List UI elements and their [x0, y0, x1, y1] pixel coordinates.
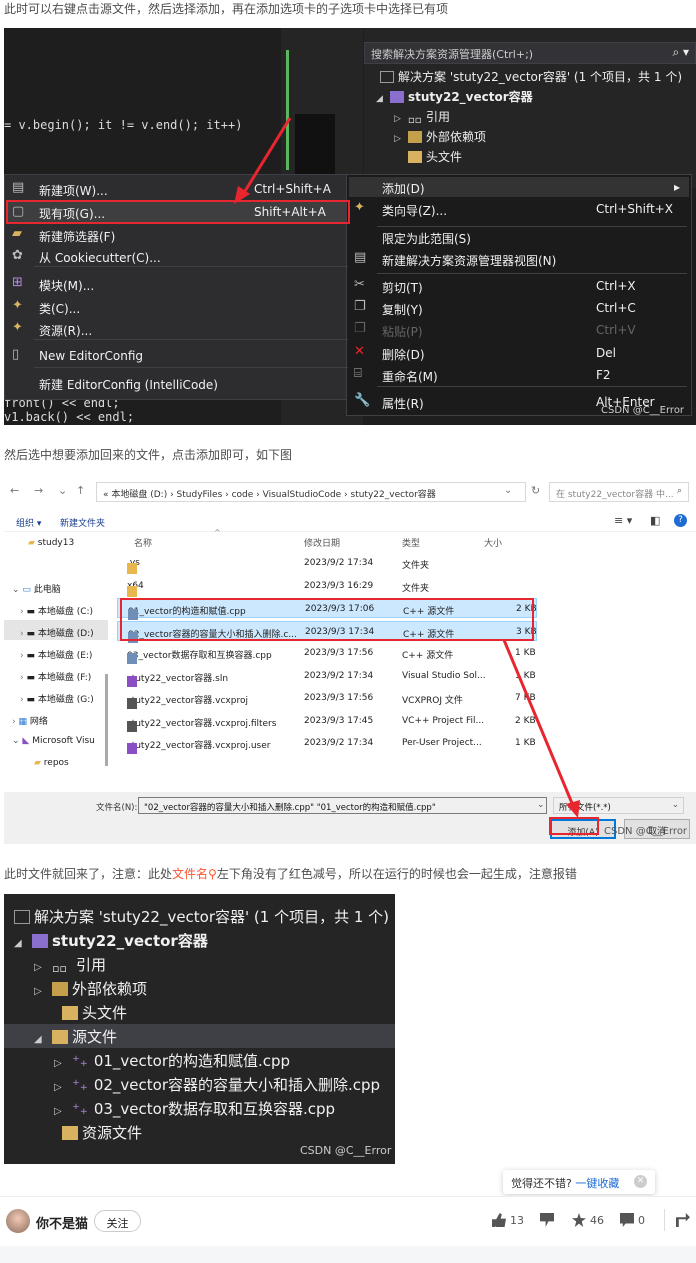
filename-link[interactable]: 文件名 — [172, 867, 208, 881]
like-button[interactable]: 13 — [492, 1213, 524, 1227]
page-footer-strip — [0, 1246, 696, 1263]
references-icon: ▫▫ — [52, 962, 67, 975]
expanded-arrow-icon: ◢ — [14, 938, 22, 949]
solution-explorer-screenshot: 解决方案 'stuty22_vector容器' (1 个项目，共 1 个) ◢ s… — [4, 894, 395, 1164]
thumbs-up-icon — [492, 1213, 506, 1227]
tree-project[interactable]: ◢ stuty22_vector容器 — [14, 930, 208, 951]
tree-file[interactable]: ▷ ⁺₊ 03_vector数据存取和互换容器.cpp — [54, 1098, 335, 1119]
tree-sources[interactable]: ◢ 源文件 — [34, 1026, 117, 1047]
collect-popup: 觉得还不错? 一键收藏 ✕ — [503, 1170, 655, 1194]
share-button[interactable] — [676, 1213, 694, 1227]
tree-solution[interactable]: 解决方案 'stuty22_vector容器' (1 个项目，共 1 个) — [14, 906, 389, 927]
collapsed-arrow-icon: ▷ — [34, 962, 42, 973]
collapsed-arrow-icon: ▷ — [54, 1082, 62, 1093]
share-icon — [676, 1213, 690, 1227]
search-icon[interactable]: ⚲ — [208, 867, 217, 881]
comment-button[interactable]: 0 — [620, 1213, 645, 1227]
tree-resources[interactable]: 资源文件 — [62, 1122, 142, 1143]
author-name[interactable]: 你不是猫 — [36, 1213, 88, 1232]
watermark: CSDN @C__Error — [601, 405, 685, 416]
collapsed-arrow-icon: ▷ — [54, 1058, 62, 1069]
dislike-button[interactable] — [540, 1213, 558, 1227]
paragraph-1: 此时可以右键点击源文件，然后选择添加，再在添加选项卡的子选项卡中选择已有项 — [4, 2, 449, 16]
vs-context-menu-screenshot: = v.begin(); it != v.end(); it++) front(… — [4, 28, 696, 425]
tree-file[interactable]: ▷ ⁺₊ 01_vector的构造和赋值.cpp — [54, 1050, 290, 1071]
filter-folder-icon — [52, 1030, 68, 1044]
project-icon — [32, 934, 48, 948]
paragraph-2: 然后选中想要添加回来的文件，点击添加即可，如下图 — [4, 448, 293, 462]
filter-folder-icon — [62, 1126, 78, 1140]
cpp-file-icon: ⁺₊ — [72, 1100, 88, 1118]
paragraph-3: 此时文件就回来了，注意：此处文件名⚲左下角没有了红色减号，所以在运行的时候也会一… — [4, 867, 577, 881]
annotation-arrow — [502, 639, 580, 818]
expanded-arrow-icon: ◢ — [34, 1034, 42, 1045]
file-open-dialog-screenshot: ← → ⌄ ↑ « 本地磁盘 (D:) › StudyFiles › code … — [4, 474, 696, 844]
thumbs-down-icon — [540, 1213, 554, 1227]
filter-folder-icon — [62, 1006, 78, 1020]
collect-link[interactable]: 一键收藏 — [575, 1177, 619, 1190]
cpp-file-icon: ⁺₊ — [72, 1052, 88, 1070]
close-icon[interactable]: ✕ — [634, 1175, 647, 1188]
favorite-button[interactable]: 46 — [572, 1213, 604, 1227]
solution-icon — [14, 910, 30, 924]
tree-external[interactable]: ▷ 外部依赖项 — [34, 978, 147, 999]
avatar[interactable] — [6, 1209, 30, 1233]
article-action-bar: 你不是猫 关注 13 46 0 — [0, 1196, 696, 1246]
tree-headers[interactable]: 头文件 — [62, 1002, 127, 1023]
tree-references[interactable]: ▷ ▫▫ 引用 — [34, 954, 106, 975]
follow-button[interactable]: 关注 — [94, 1210, 141, 1232]
tree-file[interactable]: ▷ ⁺₊ 02_vector容器的容量大小和插入删除.cpp — [54, 1074, 380, 1095]
watermark: CSDN @C__Error — [604, 826, 688, 837]
cpp-file-icon: ⁺₊ — [72, 1076, 88, 1094]
annotation-arrow — [234, 117, 292, 204]
watermark: CSDN @C__Error — [300, 1144, 392, 1157]
collapsed-arrow-icon: ▷ — [54, 1106, 62, 1117]
collapsed-arrow-icon: ▷ — [34, 986, 42, 997]
star-icon — [572, 1213, 586, 1227]
comment-icon — [620, 1213, 634, 1227]
external-deps-icon — [52, 982, 68, 996]
